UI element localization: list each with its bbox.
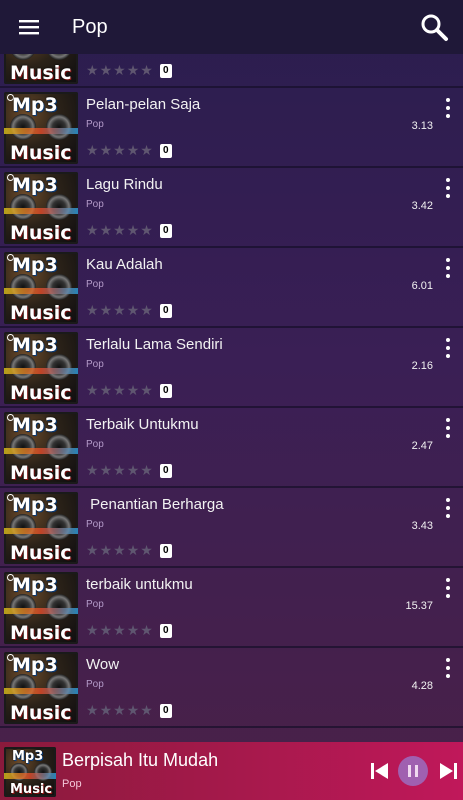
rating-stars[interactable]: ★ ★ ★ ★ ★ 0: [86, 302, 172, 319]
rating-stars[interactable]: ★ ★ ★ ★ ★ 0: [86, 702, 172, 719]
more-options-icon[interactable]: [443, 418, 453, 438]
page-title: Pop: [72, 15, 108, 38]
rating-count: 0: [159, 223, 172, 238]
rating-count: 0: [159, 543, 172, 558]
song-duration: 3.42: [411, 200, 433, 212]
skip-previous-icon: [371, 763, 388, 779]
album-art: Mp3Music: [4, 92, 78, 164]
song-title: Pelan-pelan Saja: [86, 96, 201, 113]
song-row[interactable]: Mp3 Music Penantian Berharga Pop 3.43 ★ ★ ★…: [0, 488, 463, 568]
album-art: Mp3Music: [4, 54, 78, 84]
previous-button[interactable]: [368, 759, 392, 783]
more-options-icon[interactable]: [443, 498, 453, 518]
song-row[interactable]: Mp3 Music Wow Pop 4.28 ★ ★ ★ ★ ★ 0: [0, 648, 463, 728]
song-row[interactable]: Mp3Music ★★★★★ 0: [0, 54, 463, 88]
pause-icon: [408, 765, 418, 777]
rating-count: 0: [159, 303, 172, 318]
song-title: Penantian Berharga: [86, 496, 224, 513]
song-row[interactable]: Mp3 Music Pelan-pelan Saja Pop 3.13 ★ ★ ★ ★ ★…: [0, 88, 463, 168]
now-playing-title: Berpisah Itu Mudah: [62, 750, 219, 770]
pause-button[interactable]: [398, 756, 428, 786]
song-duration: 3.43: [411, 520, 433, 532]
app-bar: Pop: [0, 0, 463, 54]
song-genre: Pop: [86, 439, 104, 450]
rating-count: 0: [159, 143, 172, 158]
more-options-icon[interactable]: [443, 258, 453, 278]
rating-stars[interactable]: ★ ★ ★ ★ ★ 0: [86, 62, 172, 79]
more-options-icon[interactable]: [443, 338, 453, 358]
search-icon: [421, 14, 448, 41]
song-genre: Pop: [86, 519, 104, 530]
song-duration: 2.47: [411, 440, 433, 452]
song-title: Lagu Rindu: [86, 176, 163, 193]
song-list: Mp3Music ★★★★★ 0 Mp3Music Pelan-pelan Sa…: [0, 54, 463, 742]
rating-count: 0: [159, 703, 172, 718]
menu-button[interactable]: [0, 0, 58, 54]
song-title: Terbaik Untukmu: [86, 416, 199, 433]
album-art: Mp3Music: [4, 252, 78, 324]
more-options-icon[interactable]: [443, 578, 453, 598]
song-duration: 15.37: [405, 600, 433, 612]
rating-count: 0: [159, 623, 172, 638]
album-art: Mp3Music: [4, 652, 78, 724]
song-title: terbaik untukmu: [86, 576, 193, 593]
rating-stars[interactable]: ★ ★ ★ ★ ★ 0: [86, 222, 172, 239]
song-row[interactable]: Mp3 Music Terbaik Untukmu Pop 2.47 ★ ★ ★ ★ ★ …: [0, 408, 463, 488]
song-genre: Pop: [86, 119, 104, 130]
song-title: Wow: [86, 656, 120, 673]
album-art: Mp3Music: [4, 492, 78, 564]
more-options-icon[interactable]: [443, 98, 453, 118]
album-art: Mp3Music: [4, 172, 78, 244]
rating-count: 0: [159, 63, 172, 78]
now-playing-genre: Pop: [62, 778, 82, 790]
song-genre: Pop: [86, 679, 104, 690]
menu-icon: [19, 20, 39, 35]
song-row[interactable]: Mp3 Music Kau Adalah Pop 6.01 ★ ★ ★ ★ ★ 0: [0, 248, 463, 328]
rating-count: 0: [159, 463, 172, 478]
song-duration: 2.16: [411, 360, 433, 372]
rating-stars[interactable]: ★ ★ ★ ★ ★ 0: [86, 542, 172, 559]
song-genre: Pop: [86, 279, 104, 290]
rating-stars[interactable]: ★ ★ ★ ★ ★ 0: [86, 142, 172, 159]
more-options-icon[interactable]: [443, 178, 453, 198]
song-title: Terlalu Lama Sendiri: [86, 336, 223, 353]
album-art: Mp3Music: [4, 572, 78, 644]
song-duration: 4.28: [411, 680, 433, 692]
album-art: Mp3Music: [4, 412, 78, 484]
song-row[interactable]: Mp3 Music Lagu Rindu Pop 3.42 ★ ★ ★ ★ ★ 0: [0, 168, 463, 248]
song-genre: Pop: [86, 599, 104, 610]
now-playing-art: Mp3 Music: [4, 747, 56, 797]
song-row[interactable]: Mp3 Music terbaik untukmu Pop 15.37 ★ ★ ★ ★ ★…: [0, 568, 463, 648]
next-button[interactable]: [436, 759, 460, 783]
more-options-icon[interactable]: [443, 658, 453, 678]
rating-count: 0: [159, 383, 172, 398]
song-row[interactable]: Mp3 Music Terlalu Lama Sendiri Pop 2.16 ★…: [0, 328, 463, 408]
rating-stars[interactable]: ★ ★ ★ ★ ★ 0: [86, 622, 172, 639]
skip-next-icon: [440, 763, 457, 779]
rating-stars[interactable]: ★ ★ ★ ★ ★ 0: [86, 462, 172, 479]
album-art: Mp3Music: [4, 332, 78, 404]
now-playing-bar[interactable]: Mp3 Music Berpisah Itu Mudah Pop: [0, 742, 463, 800]
song-genre: Pop: [86, 359, 104, 370]
song-duration: 3.13: [411, 120, 433, 132]
song-duration: 6.01: [411, 280, 433, 292]
rating-stars[interactable]: ★ ★ ★ ★ ★ 0: [86, 382, 172, 399]
song-title: Kau Adalah: [86, 256, 163, 273]
search-button[interactable]: [419, 12, 449, 42]
song-genre: Pop: [86, 199, 104, 210]
